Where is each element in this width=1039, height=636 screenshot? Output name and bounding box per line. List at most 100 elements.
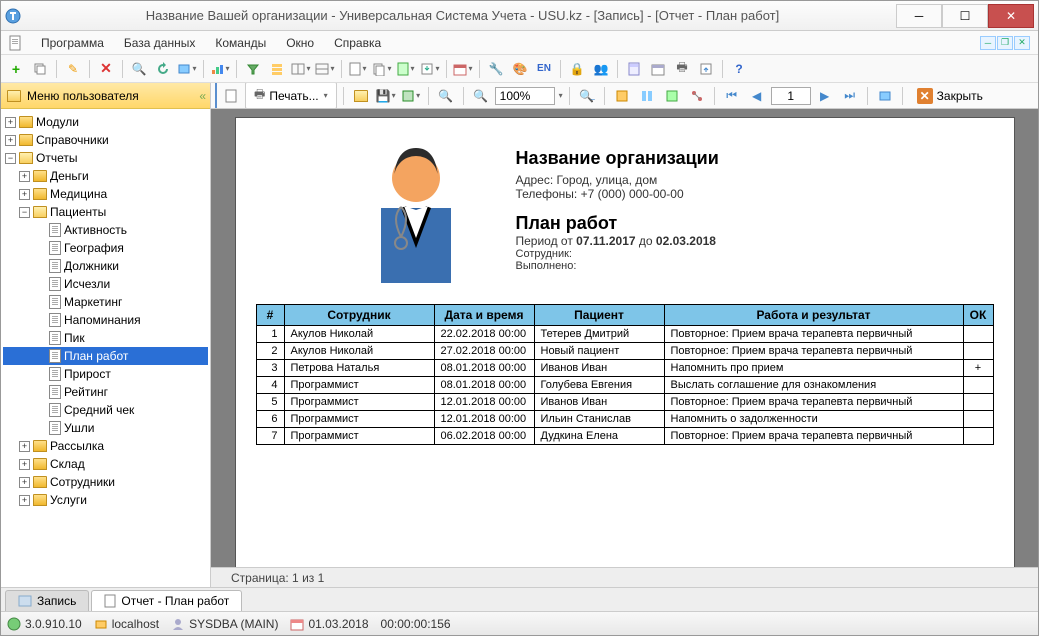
rpt-find[interactable]: 🔍 xyxy=(435,85,457,107)
date-icon xyxy=(290,617,304,631)
rpt-zoomout[interactable]: 🔍− xyxy=(576,85,598,107)
document-icon xyxy=(7,35,23,51)
tool-wrench[interactable]: 🔧 xyxy=(485,58,507,80)
rpt-zoomin[interactable]: 🔍 xyxy=(470,85,492,107)
maximize-button[interactable]: ☐ xyxy=(942,4,988,28)
app-icon xyxy=(5,8,21,24)
node-marketing[interactable]: Маркетинг xyxy=(3,293,208,311)
node-reports[interactable]: −Отчеты xyxy=(3,149,208,167)
tool-help[interactable]: ? xyxy=(728,58,750,80)
tool-palette[interactable]: 🎨 xyxy=(509,58,531,80)
tool-lang[interactable]: EN xyxy=(533,58,555,80)
rpt-doc-icon[interactable] xyxy=(220,85,242,107)
rpt-layout-b[interactable] xyxy=(636,85,658,107)
node-refs[interactable]: +Справочники xyxy=(3,131,208,149)
node-medicine[interactable]: +Медицина xyxy=(3,185,208,203)
tool-filter[interactable] xyxy=(242,58,264,80)
close-button[interactable]: ✕ xyxy=(988,4,1034,28)
rpt-open[interactable] xyxy=(350,85,372,107)
report-viewport[interactable]: Название организации Адрес: Город, улица… xyxy=(211,109,1038,567)
node-reminders[interactable]: Напоминания xyxy=(3,311,208,329)
tab-report-icon xyxy=(104,594,116,608)
tool-doc-stack[interactable]: ▾ xyxy=(371,58,393,80)
rpt-layout-c[interactable] xyxy=(661,85,683,107)
tab-report[interactable]: Отчет - План работ xyxy=(91,590,242,611)
node-growth[interactable]: Прирост xyxy=(3,365,208,383)
node-patients[interactable]: −Пациенты xyxy=(3,203,208,221)
node-avgcheck[interactable]: Средний чек xyxy=(3,401,208,419)
tool-cal2[interactable] xyxy=(647,58,669,80)
node-debtors[interactable]: Должники xyxy=(3,257,208,275)
node-staff[interactable]: +Сотрудники xyxy=(3,473,208,491)
node-gone[interactable]: Исчезли xyxy=(3,275,208,293)
mdi-close[interactable]: ✕ xyxy=(1014,36,1030,50)
node-services[interactable]: +Услуги xyxy=(3,491,208,509)
tool-users[interactable]: 👥 xyxy=(590,58,612,80)
node-rating[interactable]: Рейтинг xyxy=(3,383,208,401)
menu-commands[interactable]: Команды xyxy=(207,33,274,53)
rpt-tree[interactable] xyxy=(686,85,708,107)
delete-button[interactable]: ✕ xyxy=(95,58,117,80)
zoom-field[interactable]: 100% xyxy=(495,87,555,105)
menu-database[interactable]: База данных xyxy=(116,33,203,53)
mdi-restore[interactable]: ❐ xyxy=(997,36,1013,50)
tree[interactable]: +Модули +Справочники −Отчеты +Деньги +Ме… xyxy=(1,109,210,587)
tool-layout1[interactable]: ▾ xyxy=(290,58,312,80)
nav-first[interactable]: ⏮ xyxy=(721,85,743,107)
menu-program[interactable]: Программа xyxy=(33,33,112,53)
tool-calendar[interactable]: ▾ xyxy=(452,58,474,80)
table-row: 1Акулов Николай22.02.2018 00:00Тетерев Д… xyxy=(256,326,993,343)
print-button[interactable]: 🖶Печать...▾ xyxy=(245,83,337,109)
menu-window[interactable]: Окно xyxy=(278,33,322,53)
node-plan[interactable]: План работ xyxy=(3,347,208,365)
col-dt: Дата и время xyxy=(434,305,534,326)
report-close-button[interactable]: ✕Закрыть xyxy=(909,86,991,106)
node-modules[interactable]: +Модули xyxy=(3,113,208,131)
refresh-button[interactable] xyxy=(152,58,174,80)
node-geo[interactable]: География xyxy=(3,239,208,257)
col-num: # xyxy=(256,305,284,326)
mdi-minimize[interactable]: ─ xyxy=(980,36,996,50)
report-toolbar: 🖶Печать...▾ 💾▾ ▾ 🔍 🔍 100% ▾ 🔍− ⏮ ◀ 1 ▶ ⏭ xyxy=(211,83,1038,109)
collapse-icon[interactable]: « xyxy=(199,89,204,103)
page-field[interactable]: 1 xyxy=(771,87,811,105)
tool-import[interactable]: ▾ xyxy=(419,58,441,80)
tool-doc1[interactable]: ▾ xyxy=(347,58,369,80)
zoom-dd[interactable]: ▾ xyxy=(559,91,563,100)
nav-last[interactable]: ⏭ xyxy=(839,85,861,107)
report-table: # Сотрудник Дата и время Пациент Работа … xyxy=(256,304,994,445)
edit-button[interactable]: ✎ xyxy=(62,58,84,80)
tool-group[interactable] xyxy=(266,58,288,80)
rpt-refresh[interactable] xyxy=(874,85,896,107)
nav-prev[interactable]: ◀ xyxy=(746,85,768,107)
node-money[interactable]: +Деньги xyxy=(3,167,208,185)
rpt-export-xls[interactable]: ▾ xyxy=(400,85,422,107)
copy-button[interactable] xyxy=(29,58,51,80)
node-left[interactable]: Ушли xyxy=(3,419,208,437)
node-activity[interactable]: Активность xyxy=(3,221,208,239)
tab-record[interactable]: Запись xyxy=(5,590,89,611)
node-peak[interactable]: Пик xyxy=(3,329,208,347)
nav-next[interactable]: ▶ xyxy=(814,85,836,107)
tool-print[interactable]: 🖶 xyxy=(671,58,693,80)
report-title: План работ xyxy=(516,213,719,234)
page-status: Страница: 1 из 1 xyxy=(211,567,1038,587)
tool-calc[interactable] xyxy=(623,58,645,80)
tool-doc-green[interactable]: ▾ xyxy=(395,58,417,80)
add-button[interactable]: + xyxy=(5,58,27,80)
node-mailing[interactable]: +Рассылка xyxy=(3,437,208,455)
host-icon xyxy=(94,617,108,631)
tool-chart[interactable]: ▾ xyxy=(209,58,231,80)
report-page: Название организации Адрес: Город, улица… xyxy=(235,117,1015,567)
tool-export[interactable] xyxy=(695,58,717,80)
node-warehouse[interactable]: +Склад xyxy=(3,455,208,473)
tool-lock[interactable]: 🔒 xyxy=(566,58,588,80)
rpt-save[interactable]: 💾▾ xyxy=(375,85,397,107)
search-button[interactable]: 🔍 xyxy=(128,58,150,80)
rpt-layout-a[interactable] xyxy=(611,85,633,107)
tool-layout2[interactable]: ▾ xyxy=(314,58,336,80)
menu-help[interactable]: Справка xyxy=(326,33,389,53)
minimize-button[interactable]: ─ xyxy=(896,4,942,28)
tool-dd-1[interactable]: ▾ xyxy=(176,58,198,80)
col-emp: Сотрудник xyxy=(284,305,434,326)
